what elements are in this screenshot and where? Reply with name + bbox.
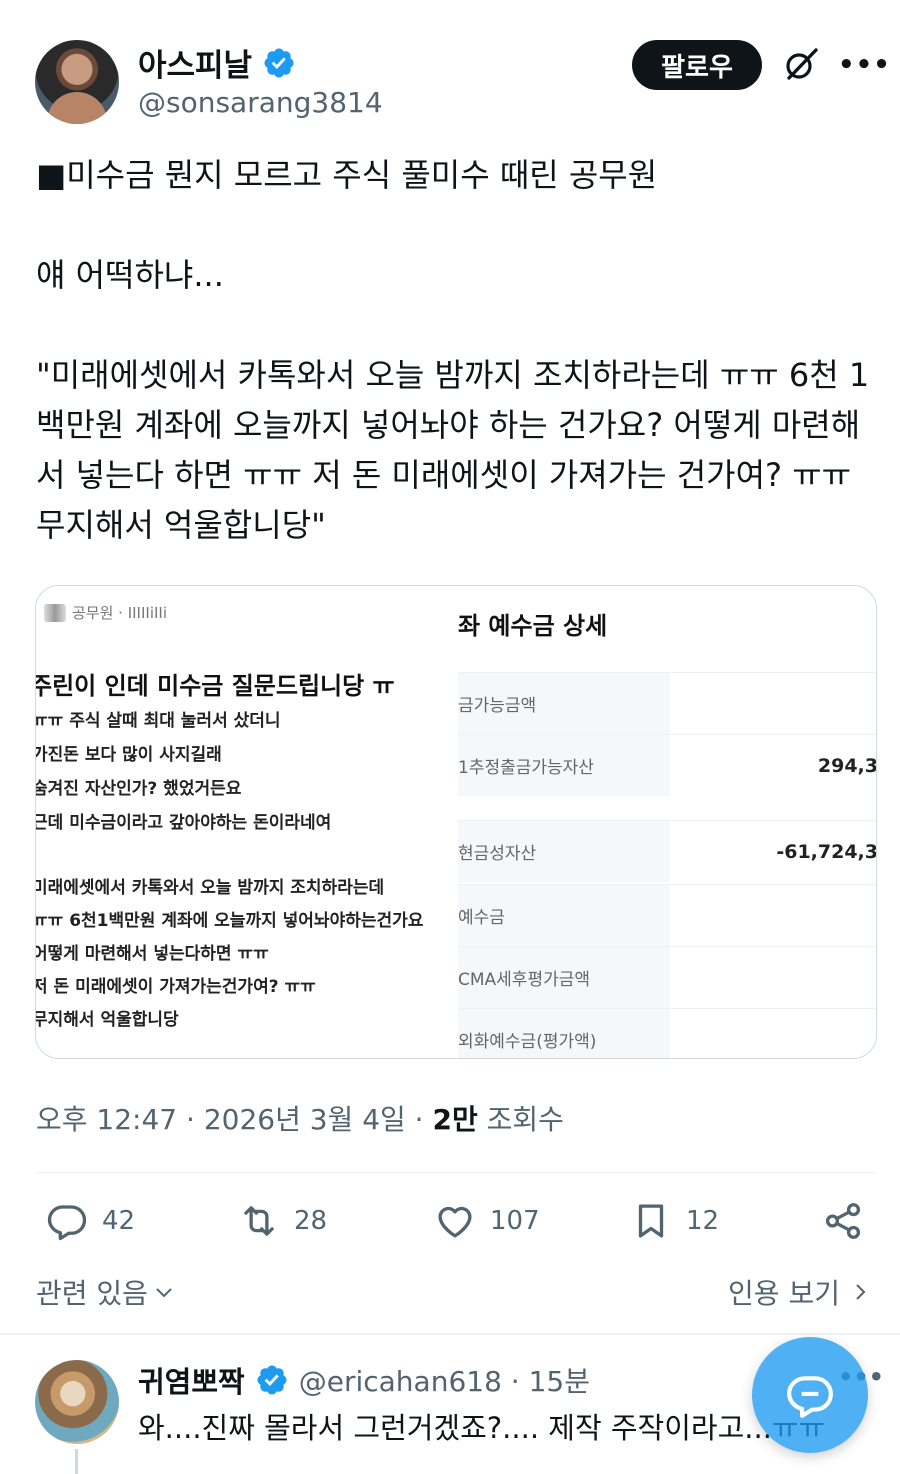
chevron-right-icon: [856, 1284, 866, 1300]
post-line: 어떻게 마련해서 넣는다하면 ㅠㅠ: [35, 944, 269, 964]
post-line: 무지해서 억울합니당: [35, 1010, 179, 1030]
tweet-text: ■미수금 뭔지 모르고 주식 풀미수 때린 공무원 얘 어떡하냐... "미래에…: [36, 156, 870, 544]
deposit-row: CMA세후평가금액: [458, 946, 876, 1008]
tweet-timestamp[interactable]: 오후 12:47 · 2026년 3월 4일 · 2만 조회수: [36, 1098, 564, 1138]
repost-button[interactable]: 28: [238, 1200, 327, 1242]
post-line: 숨겨진 자산인가? 했었거든요: [35, 779, 242, 799]
view-quotes-link[interactable]: 인용 보기: [728, 1272, 872, 1312]
divider: [35, 1172, 877, 1173]
deposit-row-value: 294,3: [817, 754, 877, 777]
follow-button[interactable]: 팔로우: [632, 40, 762, 90]
deposit-row-label: 1추정출금가능자산: [458, 735, 670, 796]
reply-name-row: 귀염뽀짝 @ericahan618 · 15분: [138, 1359, 590, 1401]
deposit-detail-title: 좌 예수금 상세: [458, 612, 608, 640]
deposit-row: 금가능금액: [458, 672, 876, 734]
like-button[interactable]: 107: [434, 1200, 540, 1242]
community-logo-icon: [44, 603, 66, 622]
reply-compose-icon: [787, 1376, 833, 1418]
reply-count: 42: [102, 1206, 136, 1236]
reply-handle[interactable]: @ericahan618 · 15분: [299, 1360, 590, 1400]
action-bar: 42 28 107 12: [0, 1200, 900, 1254]
deposit-row: 1추정출금가능자산 294,3: [458, 734, 877, 796]
reply-icon: [47, 1205, 87, 1241]
deposit-row-label: 금가능금액: [458, 673, 670, 734]
deposit-row: 외화예수금(평가액): [458, 1008, 876, 1058]
author-avatar[interactable]: [35, 40, 119, 124]
divider: [0, 1333, 900, 1335]
post-meta: 공무원 · IIIIIiIIi: [44, 602, 167, 623]
related-label[interactable]: 관련 있음: [36, 1272, 148, 1312]
post-meta-text: 공무원 · IIIIIiIIi: [72, 604, 168, 622]
verified-badge-icon: [257, 1365, 287, 1395]
tweet-header: 아스피날 @sonsarang3814 팔로우 •••: [0, 0, 900, 140]
deposit-row-label: 외화예수금(평가액): [458, 1009, 670, 1058]
author-name-row: 아스피날: [138, 40, 296, 85]
like-count: 107: [490, 1206, 540, 1236]
media-image-right: 좌 예수금 상세 금가능금액 1추정출금가능자산 294,3 현금성자산 -61…: [458, 586, 877, 1058]
post-line: 저 돈 미래에셋이 가져가는건가여? ㅠㅠ: [35, 977, 316, 997]
grok-icon[interactable]: [783, 46, 819, 82]
compose-reply-fab[interactable]: [752, 1337, 868, 1453]
author-handle[interactable]: @sonsarang3814: [138, 86, 383, 119]
bookmark-button[interactable]: 12: [630, 1200, 719, 1242]
deposit-row: 현금성자산 -61,724,3: [458, 820, 877, 882]
post-line: 가진돈 보다 많이 사지길래: [35, 745, 222, 765]
bookmark-count: 12: [686, 1206, 720, 1236]
share-button[interactable]: [822, 1200, 864, 1242]
post-line: ㅠㅠ 주식 살때 최대 눌러서 샀더니: [35, 711, 281, 731]
reply-text: 와....진짜 몰라서 그런거겠죠?.... 제작 주작이라고...ㅠㅠ: [138, 1411, 826, 1445]
reply-avatar[interactable]: [35, 1360, 119, 1444]
quotes-label[interactable]: 인용 보기: [728, 1272, 840, 1312]
share-icon: [825, 1203, 861, 1239]
deposit-row-label: 현금성자산: [458, 821, 670, 882]
related-link[interactable]: 관련 있음: [36, 1272, 176, 1312]
author-display-name[interactable]: 아스피날: [138, 40, 252, 85]
deposit-row-label: 예수금: [458, 885, 670, 946]
post-title: 주린이 인데 미수금 질문드립니당 ㅠ: [35, 672, 395, 700]
post-line: ㅠㅠ 6천1백만원 계좌에 오늘까지 넣어놔야하는건가요: [35, 911, 424, 931]
post-line: 근데 미수금이라고 갚아야하는 돈이라네여: [35, 813, 332, 833]
chevron-down-icon: [156, 1288, 172, 1298]
reply-display-name[interactable]: 귀염뽀짝: [138, 1359, 245, 1401]
tweet-media[interactable]: 공무원 · IIIIIiIIi 주린이 인데 미수금 질문드립니당 ㅠ ㅠㅠ 주…: [35, 585, 877, 1059]
media-image-left: 공무원 · IIIIIiIIi 주린이 인데 미수금 질문드립니당 ㅠ ㅠㅠ 주…: [35, 586, 458, 1058]
repost-icon: [244, 1206, 274, 1236]
timestamp-text[interactable]: 오후 12:47 · 2026년 3월 4일 ·: [36, 1103, 432, 1136]
deposit-row: 예수금: [458, 884, 876, 946]
deposit-row-label: CMA세후평가금액: [458, 947, 670, 1008]
post-line: 미래에셋에서 카톡와서 오늘 밤까지 조치하라는데: [35, 878, 385, 898]
heart-icon: [438, 1206, 472, 1238]
thread-line: [75, 1449, 78, 1474]
views-label: 조회수: [477, 1103, 564, 1136]
bookmark-icon: [638, 1204, 664, 1238]
deposit-row-value: -61,724,3: [776, 840, 877, 863]
repost-count: 28: [294, 1206, 328, 1236]
reply-button[interactable]: 42: [46, 1200, 135, 1242]
views-count: 2만: [432, 1103, 478, 1136]
more-icon[interactable]: •••: [838, 50, 890, 80]
verified-badge-icon: [264, 47, 294, 78]
